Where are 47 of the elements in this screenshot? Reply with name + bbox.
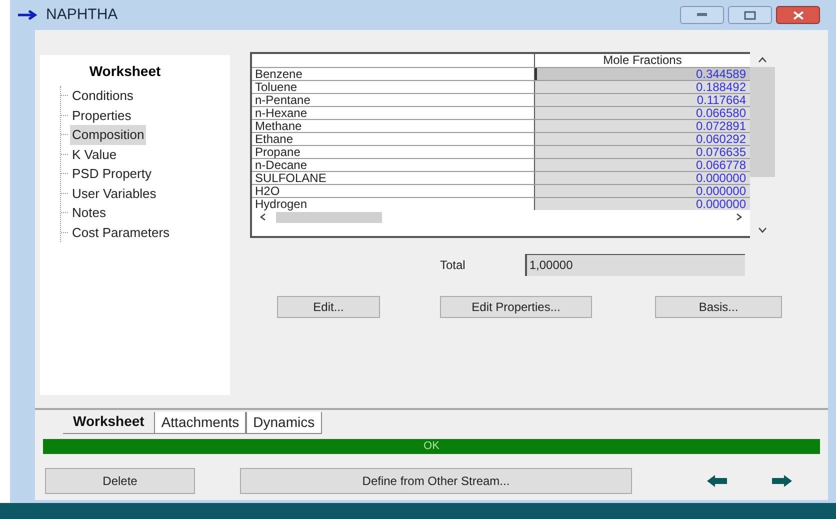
total-label: Total <box>440 257 466 274</box>
nav-item[interactable]: Properties <box>70 106 134 125</box>
left-arrow-icon[interactable] <box>707 475 727 487</box>
value-cell[interactable]: 0.188492 <box>535 81 750 93</box>
nav-item[interactable]: PSD Property <box>70 164 154 184</box>
value-cell[interactable]: 0.000000 <box>535 185 750 197</box>
delete-button[interactable]: Delete <box>45 468 195 494</box>
value-cell[interactable]: 0.072891 <box>535 120 750 132</box>
scroll-right-icon[interactable] <box>736 213 742 221</box>
value-cell[interactable]: 0.076635 <box>535 146 750 158</box>
value-cell[interactable]: 0.000000 <box>535 172 750 184</box>
value-cell[interactable]: 0.060292 <box>535 133 750 145</box>
status-bar: OK <box>43 439 820 454</box>
basis-button[interactable]: Basis... <box>655 296 782 318</box>
column-header: Mole Fractions <box>602 54 683 67</box>
nav-title: Worksheet <box>88 62 162 81</box>
value-cell[interactable]: 0.066778 <box>535 159 750 171</box>
scrollbar-thumb[interactable] <box>276 212 382 222</box>
right-arrow-icon[interactable] <box>772 475 792 487</box>
window-title: NAPHTHA <box>46 4 118 25</box>
value-cell[interactable]: 0.000000 <box>535 198 750 210</box>
nav-item[interactable]: Composition <box>70 125 146 144</box>
edit-properties-button[interactable]: Edit Properties... <box>440 296 592 318</box>
minimize-button[interactable] <box>680 6 724 24</box>
value-cell[interactable]: 0.117664 <box>535 94 750 106</box>
maximize-button[interactable] <box>728 6 772 24</box>
tab[interactable]: Attachments <box>154 412 246 434</box>
nav-item[interactable]: Conditions <box>70 86 136 106</box>
close-icon <box>792 10 804 20</box>
value-cell[interactable]: 0.066580 <box>535 107 750 119</box>
scrollbar-thumb[interactable] <box>750 67 775 177</box>
nav-item[interactable]: K Value <box>70 144 119 164</box>
close-button[interactable] <box>776 6 820 24</box>
define-button[interactable]: Define from Other Stream... <box>240 468 632 494</box>
scroll-up-icon[interactable] <box>758 57 767 63</box>
nav-item[interactable]: User Variables <box>70 184 158 203</box>
nav-item[interactable]: Cost Parameters <box>70 222 172 242</box>
nav-item[interactable]: Notes <box>70 203 108 222</box>
scroll-left-icon[interactable] <box>260 213 266 221</box>
total-field: 1,00000 <box>525 254 746 276</box>
edit-button[interactable]: Edit... <box>277 296 380 318</box>
value-cell[interactable]: 0.344589 <box>535 68 750 80</box>
arrow-icon <box>18 10 40 20</box>
tab[interactable]: Dynamics <box>246 412 322 434</box>
maximize-icon <box>744 10 756 20</box>
scroll-down-icon[interactable] <box>758 227 767 233</box>
minimize-icon <box>697 13 707 17</box>
